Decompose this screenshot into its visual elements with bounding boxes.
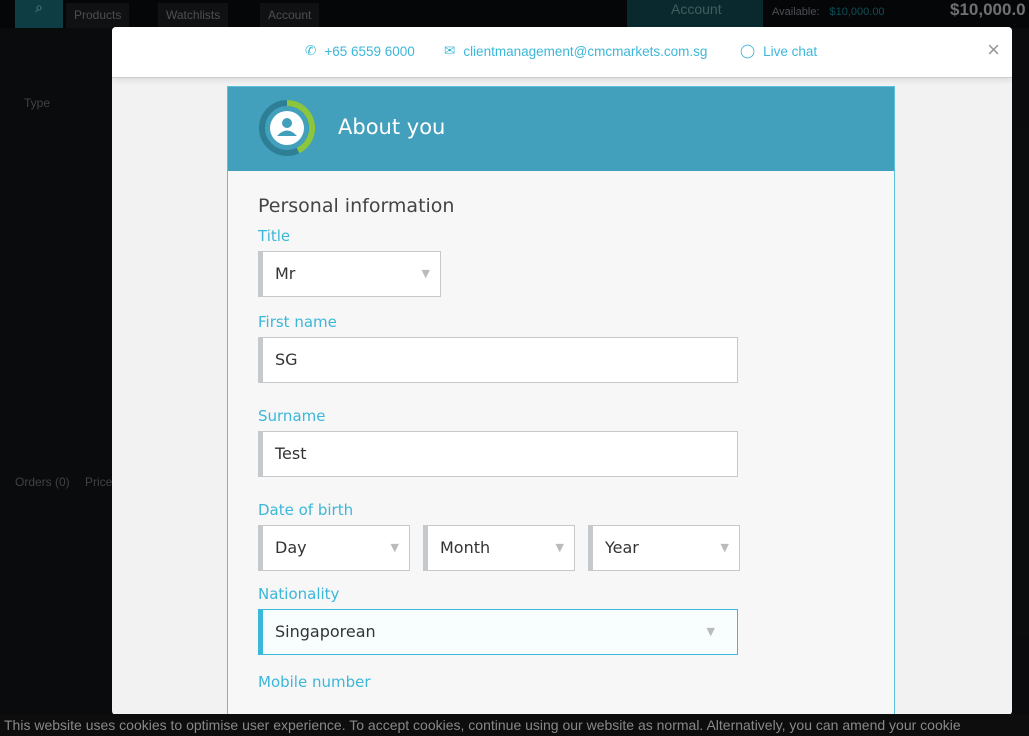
day-select[interactable]: Day ▼ xyxy=(258,525,410,571)
month-select[interactable]: Month ▼ xyxy=(423,525,575,571)
chevron-down-icon: ▼ xyxy=(421,267,430,280)
month-value: Month xyxy=(440,538,491,557)
progress-ring-user-icon xyxy=(259,99,316,156)
chevron-down-icon: ▼ xyxy=(720,541,729,554)
cookie-banner: This website uses cookies to optimise us… xyxy=(0,714,1029,736)
surname-label: Surname xyxy=(258,407,326,425)
title-select[interactable]: Mr ▼ xyxy=(258,251,441,297)
chevron-down-icon: ▼ xyxy=(390,541,399,554)
first-name-value: SG xyxy=(275,350,298,369)
nationality-label: Nationality xyxy=(258,585,340,603)
year-value: Year xyxy=(605,538,639,557)
mobile-label: Mobile number xyxy=(258,673,371,691)
phone-link[interactable]: ✆ +65 6559 6000 xyxy=(305,43,415,59)
nationality-select[interactable]: Singaporean ▼ xyxy=(258,609,738,655)
day-value: Day xyxy=(275,538,307,557)
first-name-label: First name xyxy=(258,313,337,331)
chevron-down-icon: ▼ xyxy=(706,625,715,638)
surname-value: Test xyxy=(275,444,307,463)
card-title: About you xyxy=(338,115,446,139)
close-button[interactable]: × xyxy=(987,37,1000,63)
live-chat-label: Live chat xyxy=(763,43,818,59)
chat-bubble-icon: ◯ xyxy=(740,43,756,58)
card-header: About you xyxy=(228,87,894,171)
title-label: Title xyxy=(258,227,291,245)
email-address: clientmanagement@cmcmarkets.com.sg xyxy=(463,43,708,59)
section-heading: Personal information xyxy=(258,195,455,217)
live-chat-link[interactable]: ◯ Live chat xyxy=(740,43,817,59)
dob-label: Date of birth xyxy=(258,501,354,519)
phone-number: +65 6559 6000 xyxy=(324,43,415,59)
phone-icon: ✆ xyxy=(305,43,317,58)
chevron-down-icon: ▼ xyxy=(555,541,564,554)
about-you-card: About you Personal information Title Mr ▼… xyxy=(227,86,895,715)
year-select[interactable]: Year ▼ xyxy=(588,525,740,571)
title-value: Mr xyxy=(275,264,296,283)
onboarding-modal: ✆ +65 6559 6000 ✉ clientmanagement@cmcmark… xyxy=(112,27,1012,715)
modal-header: ✆ +65 6559 6000 ✉ clientmanagement@cmcmark… xyxy=(112,27,1012,78)
surname-input[interactable]: Test xyxy=(258,431,738,477)
nationality-value: Singaporean xyxy=(275,622,376,641)
first-name-input[interactable]: SG xyxy=(258,337,738,383)
email-link[interactable]: ✉ clientmanagement@cmcmarkets.com.sg xyxy=(444,43,707,59)
mail-icon: ✉ xyxy=(444,43,456,58)
